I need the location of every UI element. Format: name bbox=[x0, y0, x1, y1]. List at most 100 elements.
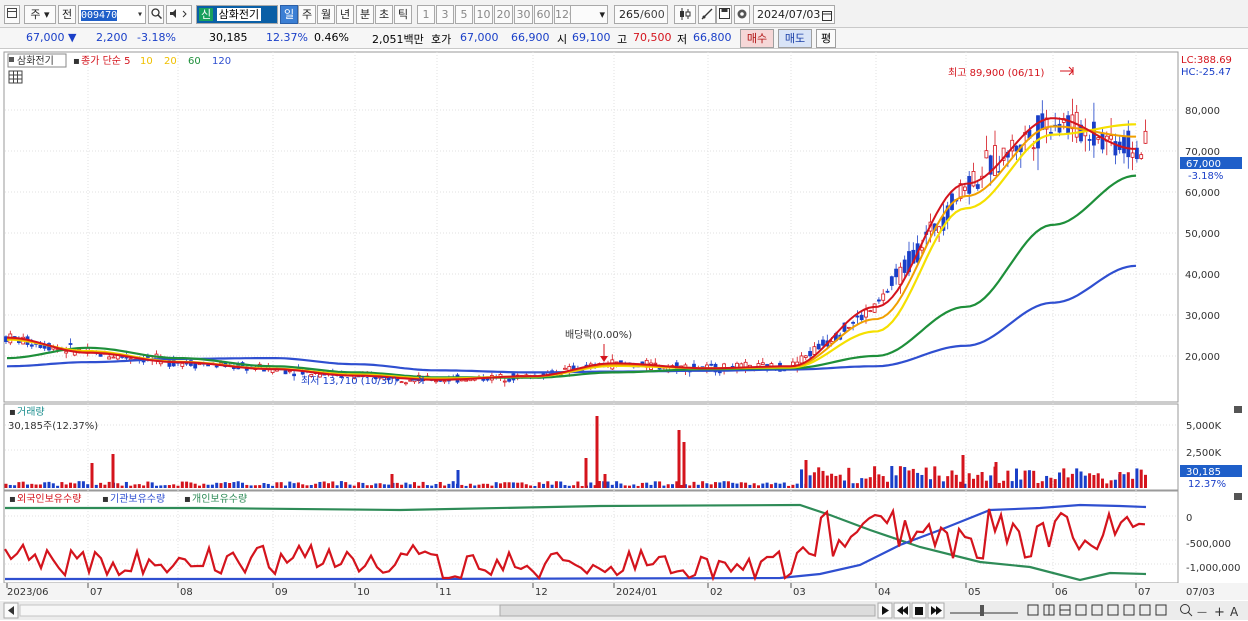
buy-button[interactable]: 매수 bbox=[740, 29, 774, 48]
search-icon[interactable] bbox=[148, 5, 164, 24]
x-axis-right-label: 07/03 bbox=[1186, 587, 1215, 598]
x-axis-label-7: 2024/01 bbox=[616, 587, 658, 598]
font-size-icon[interactable]: A bbox=[1230, 605, 1239, 619]
holding-legend-2[interactable]: 개인보유수량 bbox=[192, 493, 247, 505]
holding-tick-2: -1,000,000 bbox=[1186, 563, 1241, 574]
period-button-6[interactable]: 틱 bbox=[394, 5, 412, 24]
bid-price: 66,900 bbox=[511, 31, 550, 44]
trade-amount: 2,051백만 bbox=[372, 33, 424, 46]
holding-panel-close-icon[interactable] bbox=[1234, 493, 1242, 500]
price-tick-3: 50,000 bbox=[1185, 229, 1220, 240]
interval-button-20[interactable]: 20 bbox=[494, 5, 513, 24]
interval-button-30[interactable]: 30 bbox=[514, 5, 533, 24]
turnover-pct: 0.46% bbox=[314, 31, 349, 44]
count-value: 265 bbox=[619, 8, 640, 21]
eval-button[interactable]: 평 bbox=[816, 29, 836, 48]
interval-button-3[interactable]: 3 bbox=[436, 5, 454, 24]
x-axis-label-6: 12 bbox=[535, 587, 548, 598]
minus-icon[interactable]: — bbox=[1197, 607, 1207, 618]
period-button-2[interactable]: 월 bbox=[317, 5, 335, 24]
chevron-down-icon[interactable]: ▾ bbox=[137, 6, 145, 23]
x-axis-label-11: 05 bbox=[968, 587, 981, 598]
price-tick-0: 80,000 bbox=[1185, 106, 1220, 117]
price-change-pct: -3.18% bbox=[137, 31, 176, 44]
scroll-thumb[interactable] bbox=[499, 604, 876, 617]
fast-forward-button[interactable] bbox=[927, 602, 945, 619]
ask-label: 호가 bbox=[431, 33, 452, 46]
gear-icon[interactable] bbox=[734, 5, 750, 24]
ma-legend-4[interactable]: 120 bbox=[212, 56, 231, 67]
x-axis-label-2: 08 bbox=[180, 587, 193, 598]
ma-legend-3[interactable]: 60 bbox=[188, 56, 201, 67]
stock-code-input[interactable]: 009470 ▾ bbox=[78, 5, 146, 24]
date-value: 2024/07/03 bbox=[757, 8, 821, 21]
sell-button[interactable]: 매도 bbox=[778, 29, 812, 48]
x-axis-label-9: 03 bbox=[793, 587, 806, 598]
panel-toggle-icon[interactable] bbox=[4, 5, 20, 24]
period-button-4[interactable]: 분 bbox=[356, 5, 374, 24]
ma-legend-2[interactable]: 20 bbox=[164, 56, 177, 67]
period-button-0[interactable]: 일 bbox=[280, 5, 298, 24]
count-input[interactable]: 265/600 bbox=[614, 5, 668, 24]
save-icon[interactable] bbox=[716, 5, 732, 24]
holding-legend-0[interactable]: 외국인보유수량 bbox=[17, 493, 81, 505]
svg-text:▪: ▪ bbox=[102, 494, 109, 505]
legend-bullet-icon: ▪ bbox=[73, 56, 80, 67]
svg-text:▪: ▪ bbox=[184, 494, 191, 505]
high-label: 고 bbox=[617, 33, 628, 46]
draw-tool-icon[interactable] bbox=[698, 5, 716, 24]
high-annotation: 최고 89,900 (06/11) bbox=[948, 67, 1044, 79]
holding-legend-1[interactable]: 기관보유수량 bbox=[110, 493, 165, 505]
volume-value-label: 30,185주(12.37%) bbox=[8, 421, 98, 432]
x-axis-label-5: 11 bbox=[439, 587, 452, 598]
candle-type-icon[interactable] bbox=[674, 5, 696, 24]
current-change-tag-text: -3.18% bbox=[1188, 171, 1223, 182]
speaker-icon[interactable] bbox=[166, 5, 192, 24]
play-button[interactable] bbox=[877, 602, 893, 619]
dividend-annotation: 배당락(0.00%) bbox=[565, 329, 632, 341]
volume-panel-close-icon[interactable] bbox=[1234, 406, 1242, 413]
interval-button-1[interactable]: 1 bbox=[417, 5, 435, 24]
count-max: /600 bbox=[640, 8, 665, 21]
x-axis-label-8: 02 bbox=[710, 587, 723, 598]
ma-legend-1[interactable]: 10 bbox=[140, 56, 153, 67]
price-panel[interactable] bbox=[3, 51, 1179, 403]
hc-value: HC:-25.47 bbox=[1181, 67, 1231, 78]
x-axis-label-1: 07 bbox=[90, 587, 103, 598]
ma-legend-0[interactable]: 종가 단순 5 bbox=[81, 55, 131, 67]
holding-tick-1: -500,000 bbox=[1186, 539, 1231, 550]
interval-button-5[interactable]: 5 bbox=[455, 5, 473, 24]
market-select[interactable]: 주 ▾ bbox=[24, 5, 56, 24]
price-change: 2,200 bbox=[96, 31, 128, 44]
grid-icon[interactable] bbox=[8, 70, 23, 84]
market-label: 주 bbox=[30, 8, 41, 21]
interval-button-10[interactable]: 10 bbox=[474, 5, 493, 24]
interval-select[interactable]: ▾ bbox=[570, 5, 608, 24]
interval-button-60[interactable]: 60 bbox=[534, 5, 553, 24]
stock-name-box[interactable]: 신 삼화전기 bbox=[196, 5, 278, 24]
x-axis-label-4: 10 bbox=[357, 587, 370, 598]
rewind-button[interactable] bbox=[893, 602, 911, 619]
period-button-3[interactable]: 년 bbox=[336, 5, 354, 24]
current-price: 67,000 ▼ bbox=[26, 31, 77, 44]
volume-panel[interactable] bbox=[3, 403, 1179, 491]
x-axis-label-12: 06 bbox=[1055, 587, 1068, 598]
current-price-tag-text: 67,000 bbox=[1186, 159, 1221, 170]
stop-button[interactable] bbox=[911, 602, 927, 619]
price-panel-title: 삼화전기 bbox=[17, 55, 54, 67]
volume-value: 30,185 bbox=[209, 31, 248, 44]
prev-button[interactable]: 전 bbox=[58, 5, 76, 24]
period-button-5[interactable]: 초 bbox=[375, 5, 393, 24]
plus-icon[interactable]: + bbox=[1214, 605, 1225, 620]
chart-toolbar: 주 ▾ 전 009470 ▾ 신 삼화전기 일주월년분초틱 1 3 5 10 20 30 60… bbox=[0, 0, 1248, 28]
low-price: 66,800 bbox=[693, 31, 732, 44]
period-button-1[interactable]: 주 bbox=[298, 5, 316, 24]
calendar-icon[interactable] bbox=[822, 8, 832, 21]
quote-bar: 67,000 ▼ 2,200 -3.18% 30,185 12.37% 0.46… bbox=[0, 28, 1248, 49]
price-tick-1: 70,000 bbox=[1185, 147, 1220, 158]
stock-code-value: 009470 bbox=[81, 10, 118, 21]
volume-panel-marker: ▪ bbox=[9, 407, 16, 418]
volume-tick-0: 5,000K bbox=[1186, 421, 1222, 432]
date-input[interactable]: 2024/07/03 bbox=[753, 5, 835, 24]
stock-chart[interactable]: 삼화전기 ▪ 종가 단순 5 10 20 60 120 최고 89,900 (06/11)… bbox=[0, 50, 1248, 621]
